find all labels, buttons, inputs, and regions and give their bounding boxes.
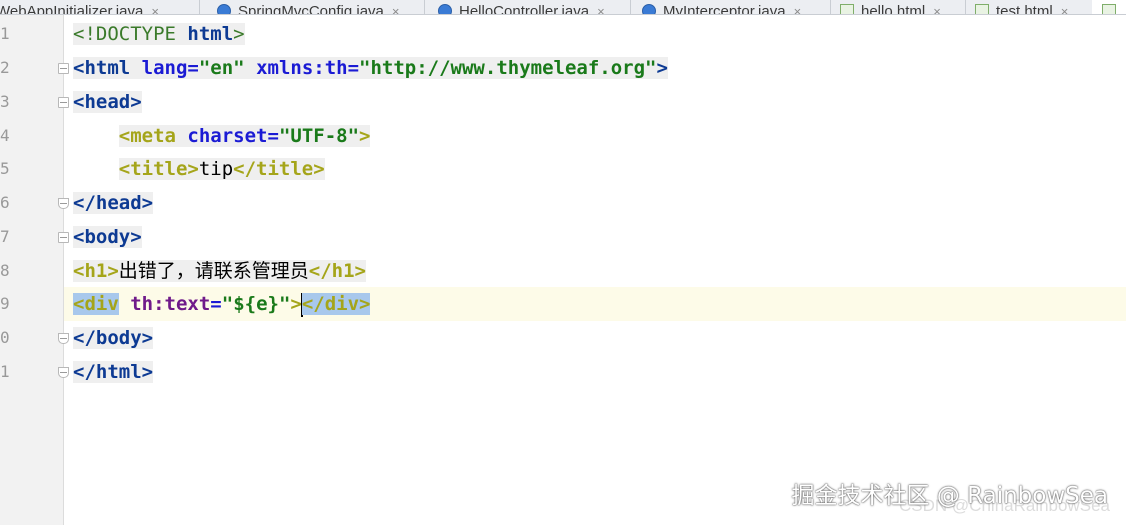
code-line-9: <div th:text="${e}"></div> [73,292,371,317]
line-number: 1 [0,24,10,43]
code-line-8: <h1>出错了，请联系管理员</h1> [73,260,366,282]
code-line-2: <html lang="en" xmlns:th="http://www.thy… [73,57,668,79]
close-icon[interactable]: × [597,4,605,14]
code-line-3: <head> [73,91,142,113]
java-class-icon [642,4,656,14]
watermark-primary: 掘金技术社区 @ RainbowSea [791,483,1109,509]
code-line-1: <!DOCTYPE html> [73,23,245,45]
tab-springmvcconfig[interactable]: SpringMvcConfig.java × [199,0,425,14]
line-number: 3 [0,92,10,111]
fold-toggle-icon[interactable] [58,63,69,74]
line-number: 4 [0,126,10,145]
html-file-icon [975,4,989,14]
close-icon[interactable]: × [794,4,802,14]
tab-label: WebAppInitializer.java [0,3,144,14]
line-number: 8 [0,261,10,280]
tab-active-html[interactable] [1092,0,1126,14]
close-icon[interactable]: × [1061,4,1069,14]
tab-hello-html[interactable]: hello.html × [830,0,966,14]
line-number: 9 [0,294,10,313]
line-number: 0 [0,328,10,347]
code-line-6: </head> [73,192,154,214]
close-icon[interactable]: × [151,4,159,14]
tab-test-html[interactable]: test.html × [965,0,1093,14]
line-number: 7 [0,227,10,246]
close-icon[interactable]: × [933,4,941,14]
fold-toggle-icon[interactable] [58,97,69,108]
html-file-icon [1102,4,1116,14]
java-class-icon [438,4,452,14]
code-line-11: </html> [73,361,154,383]
code-line-7: <body> [73,226,142,248]
editor-tab-bar: WebAppInitializer.java × SpringMvcConfig… [0,0,1126,15]
close-icon[interactable]: × [392,4,400,14]
fold-end-icon[interactable] [58,367,69,378]
tab-label: hello.html [861,3,926,14]
fold-toggle-icon[interactable] [58,232,69,243]
java-class-icon [217,4,231,14]
tab-label: HelloController.java [459,3,590,14]
fold-end-icon[interactable] [58,333,69,344]
tab-webappinitializer[interactable]: WebAppInitializer.java × [0,0,200,14]
code-line-4: <meta charset="UTF-8"> [118,125,371,147]
line-number: 6 [0,193,10,212]
line-number: 1 [0,362,10,381]
html-file-icon [840,4,854,14]
line-number: 2 [0,58,10,77]
line-number: 5 [0,159,10,178]
tab-myinterceptor[interactable]: MyInterceptor.java × [630,0,831,14]
tab-label: SpringMvcConfig.java [238,3,384,14]
tab-label: MyInterceptor.java [663,3,786,14]
code-line-5: <title>tip</title> [118,158,325,180]
tab-hellocontroller[interactable]: HelloController.java × [424,0,631,14]
fold-end-icon[interactable] [58,198,69,209]
tab-label: test.html [996,3,1053,14]
code-line-10: </body> [73,327,154,349]
